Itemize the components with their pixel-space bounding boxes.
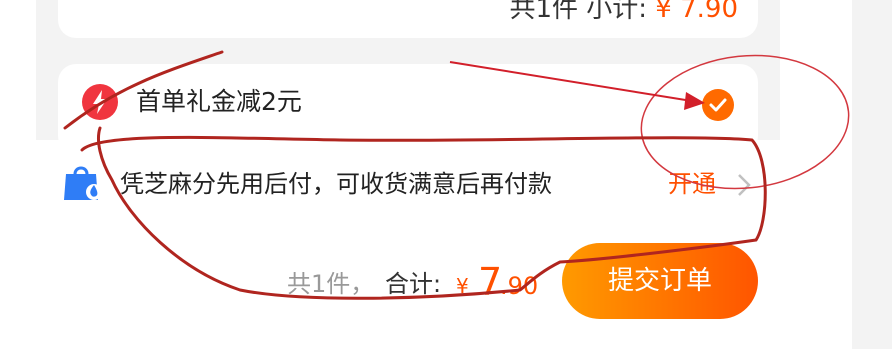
order-confirm-screen: 共1件 小计: ¥ 7.90 首单礼金减2元 凭芝麻分先用后付，可收货满意后再付…	[0, 0, 892, 349]
pay-later-label: 凭芝麻分先用后付，可收货满意后再付款	[120, 170, 552, 198]
gift-discount-checkbox[interactable]	[702, 89, 734, 121]
item-subtotal: 共1件 小计: ¥ 7.90	[509, 0, 738, 25]
total-currency-symbol: ¥	[456, 274, 469, 298]
total-price-decimal: .90	[500, 272, 539, 300]
chevron-right-icon	[736, 172, 752, 202]
total-label: 合计:	[385, 270, 442, 298]
order-item-card: 共1件 小计: ¥ 7.90	[58, 0, 758, 38]
shopping-bag-icon	[60, 160, 106, 206]
total-item-count: 共1件，	[287, 270, 375, 298]
item-count-text: 共1件 小计:	[509, 0, 656, 24]
total-price-integer: 7	[478, 260, 503, 304]
pay-later-open-link[interactable]: 开通	[668, 166, 716, 202]
side-strip	[852, 0, 892, 349]
lightning-bolt-icon	[82, 84, 118, 120]
gift-discount-label: 首单礼金减2元	[136, 87, 302, 116]
item-subtotal-amount: ¥ 7.90	[655, 0, 738, 24]
submit-order-button[interactable]: 提交订单	[562, 243, 758, 319]
